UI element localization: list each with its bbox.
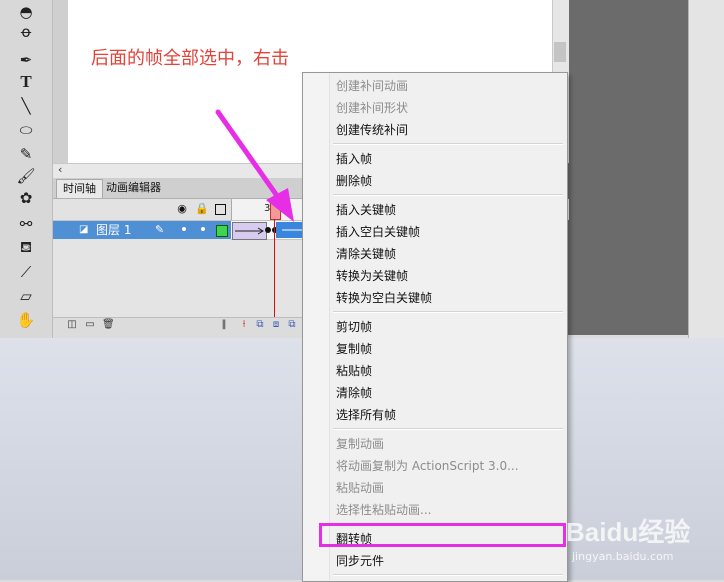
menu-item-synchronize-symbols[interactable]: 同步元件 — [336, 550, 384, 572]
lock-icon[interactable]: 🔒 — [195, 203, 209, 215]
onion-outline-icon[interactable]: ⧈ — [270, 319, 282, 331]
right-panel-edge — [688, 0, 724, 338]
menu-separator — [333, 428, 563, 430]
oval-icon[interactable]: ⬭ — [14, 120, 38, 140]
delete-layer-icon[interactable]: 🗑 — [102, 319, 115, 331]
eye-icon[interactable]: ◉ — [176, 203, 188, 215]
menu-item-select-all-frames[interactable]: 选择所有帧 — [336, 404, 396, 426]
layer-icon: ◪ — [79, 224, 89, 235]
menu-item-paste-frames[interactable]: 粘贴帧 — [336, 360, 372, 382]
new-folder-icon[interactable]: ▭ — [84, 319, 96, 331]
pencil-icon[interactable]: ✎ — [14, 144, 38, 164]
menu-item-copy-frames[interactable]: 复制帧 — [336, 338, 372, 360]
menu-separator — [333, 194, 563, 196]
menu-separator — [333, 143, 563, 145]
instruction-caption: 后面的帧全部选中，右击 — [91, 48, 289, 69]
pasteboard-area — [568, 0, 688, 335]
eraser-icon[interactable]: ▱ — [14, 286, 38, 306]
tools-panel: ◓ ꝋ ✒ T ╲ ⬭ ✎ 🖌 ✿ ⚯ ⛾ ⟋ ▱ ✋ — [0, 0, 53, 338]
edit-multiple-frames-icon[interactable]: ⧉ — [286, 319, 298, 331]
menu-item-copy-motion: 复制动画 — [336, 437, 385, 451]
scroll-left-icon[interactable]: ‹ — [58, 163, 68, 177]
menu-item-convert-to-keyframe[interactable]: 转换为关键帧 — [336, 265, 408, 287]
menu-item-create-classic-tween[interactable]: 创建传统补间 — [336, 119, 408, 141]
tab-motion-editor[interactable]: 动画编辑器 — [100, 179, 167, 197]
menu-item-insert-frame[interactable]: 插入帧 — [336, 148, 372, 170]
menu-item-convert-to-blank-keyframe[interactable]: 转换为空白关键帧 — [336, 287, 432, 309]
lasso-icon[interactable]: ꝋ — [14, 22, 38, 42]
menu-item-clear-keyframe[interactable]: 清除关键帧 — [336, 243, 396, 265]
playhead-line — [274, 219, 275, 331]
layer-name: 图层 1 — [96, 223, 132, 237]
highlight-box — [319, 523, 566, 547]
menu-item-paste-motion-special: 选择性粘贴动画... — [336, 503, 432, 517]
line-icon[interactable]: ╲ — [14, 96, 38, 116]
hand-icon[interactable]: ✋ — [14, 310, 38, 330]
lock-dot[interactable] — [201, 227, 205, 231]
eyedropper-icon[interactable]: ⟋ — [14, 262, 38, 282]
tab-timeline[interactable]: 时间轴 — [56, 179, 103, 198]
menu-item-create-shape-tween: 创建补间形状 — [336, 101, 409, 115]
center-frame-icon[interactable]: ⍿ — [238, 319, 250, 331]
menu-item-cut-frames[interactable]: 剪切帧 — [336, 316, 372, 338]
menu-item-create-motion-tween: 创建补间动画 — [336, 79, 409, 93]
visibility-dot[interactable] — [182, 227, 186, 231]
scrollbar-thumb[interactable] — [554, 42, 566, 62]
paint-bucket-icon[interactable]: ⛾ — [14, 238, 38, 258]
annotation-arrow — [215, 109, 294, 222]
menu-item-copy-motion-as-actionscript: 将动画复制为 ActionScript 3.0... — [336, 459, 519, 473]
menu-separator — [333, 311, 563, 313]
text-icon[interactable]: T — [14, 72, 38, 92]
menu-item-insert-blank-keyframe[interactable]: 插入空白关键帧 — [336, 221, 420, 243]
pencil-icon: ✎ — [155, 223, 165, 236]
brush-icon[interactable]: 🖌 — [14, 166, 38, 186]
scroll-grip-icon[interactable]: ‖ — [218, 319, 230, 331]
menu-item-clear-frames[interactable]: 清除帧 — [336, 382, 372, 404]
pen-icon[interactable]: ✒ — [14, 50, 38, 70]
menu-item-insert-keyframe[interactable]: 插入关键帧 — [336, 199, 396, 221]
menu-item-remove-frames[interactable]: 删除帧 — [336, 170, 372, 192]
bone-icon[interactable]: ⚯ — [14, 214, 38, 234]
menu-separator — [333, 574, 563, 576]
new-layer-icon[interactable]: ◫ — [66, 319, 78, 331]
watermark-url: jingyan.baidu.com — [572, 550, 674, 563]
onion-skin-icon[interactable]: ⧉ — [254, 319, 266, 331]
3d-rotation-icon[interactable]: ◓ — [14, 2, 38, 22]
watermark-brand: Baidu经验 — [566, 517, 691, 547]
deco-icon[interactable]: ✿ — [14, 188, 38, 208]
menu-item-paste-motion: 粘贴动画 — [336, 481, 385, 495]
context-menu-gutter — [303, 73, 330, 580]
